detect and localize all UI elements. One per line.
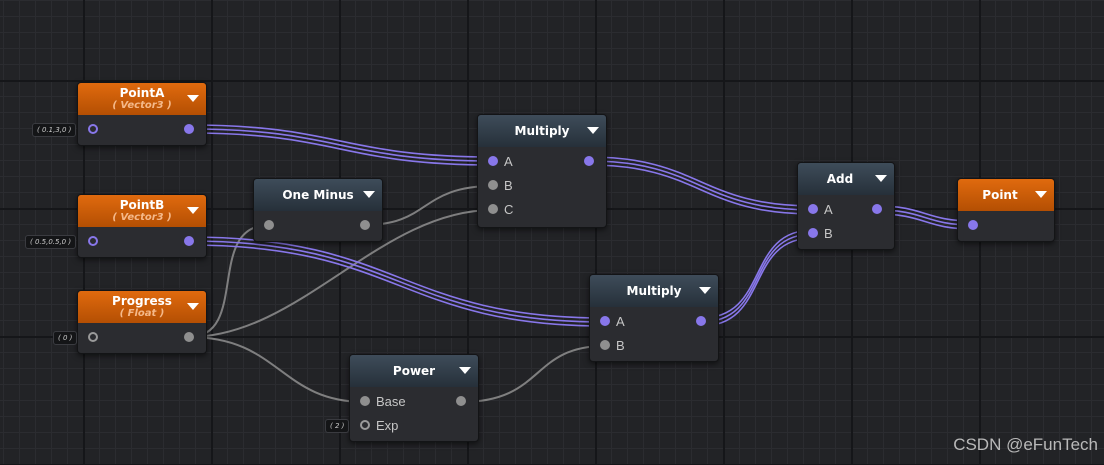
input-port[interactable] bbox=[88, 236, 98, 246]
node-one-minus-header[interactable]: One Minus bbox=[254, 179, 382, 211]
node-point-header[interactable]: Point bbox=[958, 179, 1054, 211]
port-label-exp: Exp bbox=[376, 418, 399, 433]
output-port[interactable] bbox=[184, 236, 194, 246]
dropdown-arrow-icon[interactable] bbox=[875, 175, 887, 182]
dropdown-arrow-icon[interactable] bbox=[459, 367, 471, 374]
dropdown-arrow-icon[interactable] bbox=[187, 95, 199, 102]
node-point[interactable]: Point bbox=[957, 178, 1055, 242]
node-title: Point bbox=[982, 188, 1018, 202]
input-port[interactable] bbox=[264, 220, 274, 230]
input-port-a[interactable] bbox=[600, 316, 610, 326]
port-label-b: B bbox=[616, 338, 625, 353]
port-label-b: B bbox=[824, 226, 833, 241]
node-progress[interactable]: Progress ( Float ) bbox=[77, 290, 207, 354]
output-port[interactable] bbox=[184, 124, 194, 134]
output-port[interactable] bbox=[184, 332, 194, 342]
port-label-a: A bbox=[616, 314, 625, 329]
wire-power-multiply2-b bbox=[460, 345, 606, 403]
pointb-default-value[interactable]: ( 0.5,0.5,0 ) bbox=[25, 235, 77, 249]
port-label-b: B bbox=[504, 178, 513, 193]
input-port-b[interactable] bbox=[488, 180, 498, 190]
node-title: One Minus bbox=[282, 188, 354, 202]
dropdown-arrow-icon[interactable] bbox=[187, 303, 199, 310]
node-pointa-header[interactable]: PointA ( Vector3 ) bbox=[78, 83, 206, 115]
dropdown-arrow-icon[interactable] bbox=[587, 127, 599, 134]
output-port[interactable] bbox=[584, 156, 594, 166]
input-port-a[interactable] bbox=[488, 156, 498, 166]
wire-multiply1-add-a bbox=[588, 156, 814, 215]
node-add-header[interactable]: Add bbox=[798, 163, 894, 195]
node-multiply-2-header[interactable]: Multiply bbox=[590, 275, 718, 307]
node-multiply-1[interactable]: Multiply A B C bbox=[477, 114, 607, 228]
input-port-b[interactable] bbox=[600, 340, 610, 350]
output-port[interactable] bbox=[360, 220, 370, 230]
input-port[interactable] bbox=[968, 220, 978, 230]
node-type: ( Vector3 ) bbox=[112, 212, 172, 223]
node-title: Progress bbox=[112, 294, 172, 308]
wire-oneminus-multiply1-b bbox=[364, 185, 494, 226]
output-port[interactable] bbox=[872, 204, 882, 214]
node-multiply-2[interactable]: Multiply A B bbox=[589, 274, 719, 362]
input-port-c[interactable] bbox=[488, 204, 498, 214]
node-pointa[interactable]: PointA ( Vector3 ) bbox=[77, 82, 207, 146]
node-title: PointA bbox=[119, 86, 165, 100]
watermark: CSDN @eFunTech bbox=[953, 435, 1098, 454]
node-title: Multiply bbox=[626, 284, 682, 298]
port-label-c: C bbox=[504, 202, 514, 217]
input-port[interactable] bbox=[88, 332, 98, 342]
output-port[interactable] bbox=[456, 396, 466, 406]
port-label-a: A bbox=[824, 202, 833, 217]
node-title: Multiply bbox=[514, 124, 570, 138]
input-port-a[interactable] bbox=[808, 204, 818, 214]
input-port-b[interactable] bbox=[808, 228, 818, 238]
input-port[interactable] bbox=[88, 124, 98, 134]
node-power-header[interactable]: Power bbox=[350, 355, 478, 387]
progress-default-value[interactable]: ( 0 ) bbox=[53, 331, 78, 345]
node-type: ( Vector3 ) bbox=[112, 100, 172, 111]
port-label-a: A bbox=[504, 154, 513, 169]
node-progress-header[interactable]: Progress ( Float ) bbox=[78, 291, 206, 323]
node-title: Power bbox=[392, 364, 436, 378]
input-port-base[interactable] bbox=[360, 396, 370, 406]
node-type: ( Float ) bbox=[119, 308, 165, 319]
port-label-base: Base bbox=[376, 394, 406, 409]
power-exp-default-value[interactable]: ( 2 ) bbox=[325, 419, 350, 433]
wire-pointb-multiply2-a bbox=[188, 236, 606, 327]
wire-pointa-multiply1-a bbox=[188, 124, 494, 166]
node-pointb[interactable]: PointB ( Vector3 ) bbox=[77, 194, 207, 258]
node-title: Add bbox=[826, 172, 854, 186]
dropdown-arrow-icon[interactable] bbox=[699, 287, 711, 294]
node-one-minus[interactable]: One Minus bbox=[253, 178, 383, 242]
dropdown-arrow-icon[interactable] bbox=[363, 191, 375, 198]
dropdown-arrow-icon[interactable] bbox=[187, 207, 199, 214]
input-port-exp[interactable] bbox=[360, 420, 370, 430]
node-title: PointB bbox=[119, 198, 165, 212]
node-power[interactable]: Power Base Exp bbox=[349, 354, 479, 442]
wire-progress-power-base bbox=[188, 336, 366, 403]
dropdown-arrow-icon[interactable] bbox=[1035, 191, 1047, 198]
node-multiply-1-header[interactable]: Multiply bbox=[478, 115, 606, 147]
output-port[interactable] bbox=[696, 316, 706, 326]
pointa-default-value[interactable]: ( 0.1,3,0 ) bbox=[32, 123, 77, 137]
node-pointb-header[interactable]: PointB ( Vector3 ) bbox=[78, 195, 206, 227]
node-add[interactable]: Add A B bbox=[797, 162, 895, 250]
